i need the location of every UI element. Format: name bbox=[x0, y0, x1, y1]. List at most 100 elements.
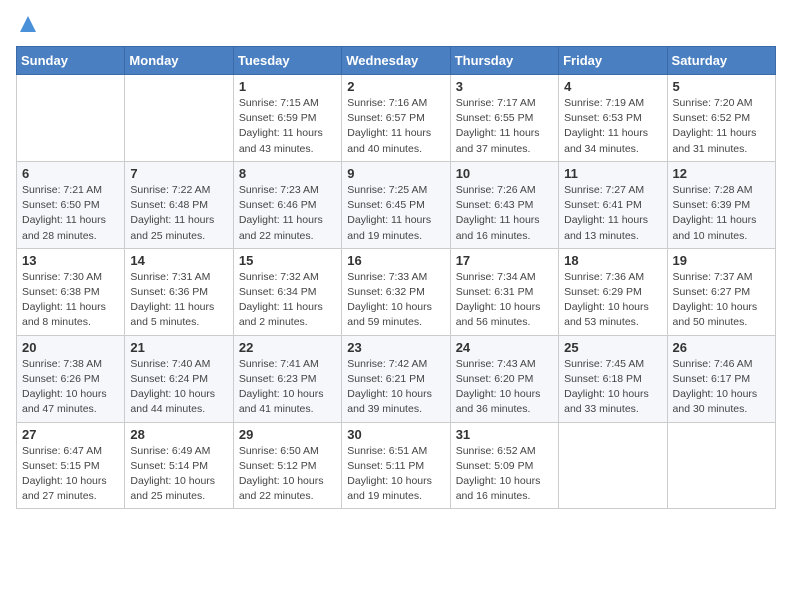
calendar-cell: 1 Sunrise: 7:15 AMSunset: 6:59 PMDaylight… bbox=[233, 75, 341, 162]
day-number: 1 bbox=[239, 79, 336, 94]
calendar-cell: 16 Sunrise: 7:33 AMSunset: 6:32 PMDayligh… bbox=[342, 248, 450, 335]
day-detail: Sunrise: 7:27 AMSunset: 6:41 PMDaylight:… bbox=[564, 183, 661, 244]
day-number: 30 bbox=[347, 427, 444, 442]
calendar-cell: 4 Sunrise: 7:19 AMSunset: 6:53 PMDaylight… bbox=[559, 75, 667, 162]
calendar-cell bbox=[17, 75, 125, 162]
day-detail: Sunrise: 7:38 AMSunset: 6:26 PMDaylight:… bbox=[22, 357, 119, 418]
calendar-cell: 31 Sunrise: 6:52 AMSunset: 5:09 PMDayligh… bbox=[450, 422, 558, 509]
day-detail: Sunrise: 7:19 AMSunset: 6:53 PMDaylight:… bbox=[564, 96, 661, 157]
calendar-cell: 8 Sunrise: 7:23 AMSunset: 6:46 PMDaylight… bbox=[233, 161, 341, 248]
logo-triangle-icon bbox=[20, 16, 36, 32]
calendar-cell: 9 Sunrise: 7:25 AMSunset: 6:45 PMDaylight… bbox=[342, 161, 450, 248]
day-number: 4 bbox=[564, 79, 661, 94]
calendar-week-row: 13Sunrise: 7:30 AMSunset: 6:38 PMDayligh… bbox=[17, 248, 776, 335]
day-number: 6 bbox=[22, 166, 119, 181]
day-detail: Sunrise: 6:49 AMSunset: 5:14 PMDaylight:… bbox=[130, 444, 227, 505]
calendar-cell: 11 Sunrise: 7:27 AMSunset: 6:41 PMDayligh… bbox=[559, 161, 667, 248]
day-number: 18 bbox=[564, 253, 661, 268]
calendar-cell: 2Sunrise: 7:16 AMSunset: 6:57 PMDaylight… bbox=[342, 75, 450, 162]
day-number: 12 bbox=[673, 166, 770, 181]
calendar-cell: 28 Sunrise: 6:49 AMSunset: 5:14 PMDayligh… bbox=[125, 422, 233, 509]
day-number: 29 bbox=[239, 427, 336, 442]
day-detail: Sunrise: 7:37 AMSunset: 6:27 PMDaylight:… bbox=[673, 270, 770, 331]
day-number: 9 bbox=[347, 166, 444, 181]
calendar-cell: 17Sunrise: 7:34 AMSunset: 6:31 PMDayligh… bbox=[450, 248, 558, 335]
calendar-week-row: 1 Sunrise: 7:15 AMSunset: 6:59 PMDaylight… bbox=[17, 75, 776, 162]
day-detail: Sunrise: 7:23 AMSunset: 6:46 PMDaylight:… bbox=[239, 183, 336, 244]
day-number: 26 bbox=[673, 340, 770, 355]
weekday-header-friday: Friday bbox=[559, 47, 667, 75]
day-number: 8 bbox=[239, 166, 336, 181]
day-detail: Sunrise: 7:31 AMSunset: 6:36 PMDaylight:… bbox=[130, 270, 227, 331]
calendar-cell bbox=[559, 422, 667, 509]
day-detail: Sunrise: 6:52 AMSunset: 5:09 PMDaylight:… bbox=[456, 444, 553, 505]
calendar-cell: 6 Sunrise: 7:21 AMSunset: 6:50 PMDaylight… bbox=[17, 161, 125, 248]
day-number: 13 bbox=[22, 253, 119, 268]
day-detail: Sunrise: 7:45 AMSunset: 6:18 PMDaylight:… bbox=[564, 357, 661, 418]
calendar-cell: 27 Sunrise: 6:47 AMSunset: 5:15 PMDayligh… bbox=[17, 422, 125, 509]
day-number: 23 bbox=[347, 340, 444, 355]
calendar-cell: 14 Sunrise: 7:31 AMSunset: 6:36 PMDayligh… bbox=[125, 248, 233, 335]
calendar-cell: 25 Sunrise: 7:45 AMSunset: 6:18 PMDayligh… bbox=[559, 335, 667, 422]
calendar-cell: 13Sunrise: 7:30 AMSunset: 6:38 PMDayligh… bbox=[17, 248, 125, 335]
weekday-header-tuesday: Tuesday bbox=[233, 47, 341, 75]
calendar-cell: 26 Sunrise: 7:46 AMSunset: 6:17 PMDayligh… bbox=[667, 335, 775, 422]
calendar-cell: 12 Sunrise: 7:28 AMSunset: 6:39 PMDayligh… bbox=[667, 161, 775, 248]
day-detail: Sunrise: 7:41 AMSunset: 6:23 PMDaylight:… bbox=[239, 357, 336, 418]
day-number: 11 bbox=[564, 166, 661, 181]
day-detail: Sunrise: 7:25 AMSunset: 6:45 PMDaylight:… bbox=[347, 183, 444, 244]
calendar-header-row: SundayMondayTuesdayWednesdayThursdayFrid… bbox=[17, 47, 776, 75]
calendar-week-row: 27 Sunrise: 6:47 AMSunset: 5:15 PMDayligh… bbox=[17, 422, 776, 509]
calendar-cell: 7 Sunrise: 7:22 AMSunset: 6:48 PMDaylight… bbox=[125, 161, 233, 248]
calendar-cell: 23 Sunrise: 7:42 AMSunset: 6:21 PMDayligh… bbox=[342, 335, 450, 422]
day-detail: Sunrise: 7:46 AMSunset: 6:17 PMDaylight:… bbox=[673, 357, 770, 418]
day-number: 25 bbox=[564, 340, 661, 355]
calendar-cell: 29 Sunrise: 6:50 AMSunset: 5:12 PMDayligh… bbox=[233, 422, 341, 509]
day-detail: Sunrise: 7:21 AMSunset: 6:50 PMDaylight:… bbox=[22, 183, 119, 244]
calendar-cell: 10Sunrise: 7:26 AMSunset: 6:43 PMDayligh… bbox=[450, 161, 558, 248]
day-detail: Sunrise: 7:36 AMSunset: 6:29 PMDaylight:… bbox=[564, 270, 661, 331]
calendar-cell: 30 Sunrise: 6:51 AMSunset: 5:11 PMDayligh… bbox=[342, 422, 450, 509]
calendar-cell bbox=[667, 422, 775, 509]
day-number: 7 bbox=[130, 166, 227, 181]
day-number: 31 bbox=[456, 427, 553, 442]
calendar-cell: 18 Sunrise: 7:36 AMSunset: 6:29 PMDayligh… bbox=[559, 248, 667, 335]
calendar-week-row: 6 Sunrise: 7:21 AMSunset: 6:50 PMDaylight… bbox=[17, 161, 776, 248]
calendar-cell: 15Sunrise: 7:32 AMSunset: 6:34 PMDayligh… bbox=[233, 248, 341, 335]
calendar-week-row: 20Sunrise: 7:38 AMSunset: 6:26 PMDayligh… bbox=[17, 335, 776, 422]
day-number: 3 bbox=[456, 79, 553, 94]
day-detail: Sunrise: 7:22 AMSunset: 6:48 PMDaylight:… bbox=[130, 183, 227, 244]
day-number: 19 bbox=[673, 253, 770, 268]
calendar-cell: 3Sunrise: 7:17 AMSunset: 6:55 PMDaylight… bbox=[450, 75, 558, 162]
day-number: 27 bbox=[22, 427, 119, 442]
day-number: 21 bbox=[130, 340, 227, 355]
calendar-cell: 21 Sunrise: 7:40 AMSunset: 6:24 PMDayligh… bbox=[125, 335, 233, 422]
day-detail: Sunrise: 7:43 AMSunset: 6:20 PMDaylight:… bbox=[456, 357, 553, 418]
calendar-cell: 22Sunrise: 7:41 AMSunset: 6:23 PMDayligh… bbox=[233, 335, 341, 422]
day-detail: Sunrise: 7:26 AMSunset: 6:43 PMDaylight:… bbox=[456, 183, 553, 244]
day-detail: Sunrise: 7:34 AMSunset: 6:31 PMDaylight:… bbox=[456, 270, 553, 331]
calendar-cell: 19 Sunrise: 7:37 AMSunset: 6:27 PMDayligh… bbox=[667, 248, 775, 335]
day-number: 24 bbox=[456, 340, 553, 355]
day-number: 2 bbox=[347, 79, 444, 94]
day-detail: Sunrise: 7:42 AMSunset: 6:21 PMDaylight:… bbox=[347, 357, 444, 418]
logo bbox=[16, 16, 36, 34]
calendar-cell: 24 Sunrise: 7:43 AMSunset: 6:20 PMDayligh… bbox=[450, 335, 558, 422]
day-detail: Sunrise: 7:33 AMSunset: 6:32 PMDaylight:… bbox=[347, 270, 444, 331]
day-number: 14 bbox=[130, 253, 227, 268]
weekday-header-sunday: Sunday bbox=[17, 47, 125, 75]
day-number: 28 bbox=[130, 427, 227, 442]
day-detail: Sunrise: 6:47 AMSunset: 5:15 PMDaylight:… bbox=[22, 444, 119, 505]
day-detail: Sunrise: 7:15 AMSunset: 6:59 PMDaylight:… bbox=[239, 96, 336, 157]
day-detail: Sunrise: 7:40 AMSunset: 6:24 PMDaylight:… bbox=[130, 357, 227, 418]
weekday-header-monday: Monday bbox=[125, 47, 233, 75]
day-detail: Sunrise: 7:28 AMSunset: 6:39 PMDaylight:… bbox=[673, 183, 770, 244]
calendar-table: SundayMondayTuesdayWednesdayThursdayFrid… bbox=[16, 46, 776, 509]
day-detail: Sunrise: 6:50 AMSunset: 5:12 PMDaylight:… bbox=[239, 444, 336, 505]
weekday-header-saturday: Saturday bbox=[667, 47, 775, 75]
page-header bbox=[16, 16, 776, 34]
day-detail: Sunrise: 6:51 AMSunset: 5:11 PMDaylight:… bbox=[347, 444, 444, 505]
calendar-cell: 5Sunrise: 7:20 AMSunset: 6:52 PMDaylight… bbox=[667, 75, 775, 162]
day-number: 16 bbox=[347, 253, 444, 268]
day-detail: Sunrise: 7:32 AMSunset: 6:34 PMDaylight:… bbox=[239, 270, 336, 331]
